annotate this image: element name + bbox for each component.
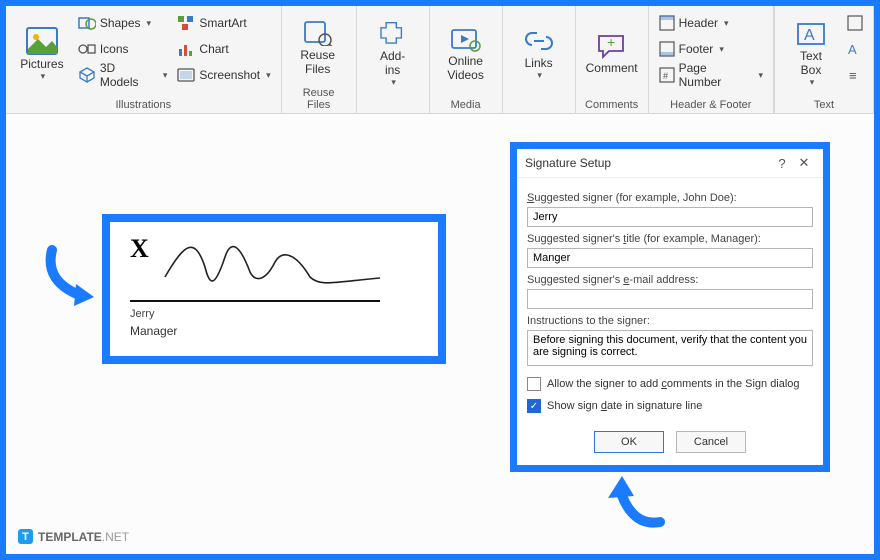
chevron-down-icon: ▾ <box>758 70 763 81</box>
checkbox-checked-icon: ✓ <box>527 399 541 413</box>
signer-input[interactable] <box>527 207 813 227</box>
text-item-1[interactable] <box>845 12 865 34</box>
textbox-icon: A <box>796 21 826 47</box>
chevron-down-icon: ▾ <box>147 18 152 29</box>
picture-icon <box>26 27 58 55</box>
online-videos-button[interactable]: Online Videos <box>438 8 494 97</box>
pictures-label: Pictures <box>20 58 63 72</box>
group-label-illustrations: Illustrations <box>14 97 273 113</box>
reuse-files-icon <box>303 20 333 46</box>
annotation-arrow-2 <box>602 472 672 532</box>
chevron-down-icon: ▾ <box>41 71 46 82</box>
signer-title: Manager <box>130 324 418 338</box>
instructions-label: Instructions to the signer: <box>527 315 813 327</box>
link-icon <box>524 28 554 54</box>
text-item-2[interactable]: A <box>845 38 865 60</box>
dialog-titlebar[interactable]: Signature Setup ? ✕ <box>517 149 823 178</box>
page-number-button[interactable]: # Page Number▾ <box>657 64 765 86</box>
chevron-down-icon: ▾ <box>537 70 542 81</box>
group-addins: Add- ins ▾ <box>357 6 430 113</box>
chevron-down-icon: ▾ <box>810 77 815 88</box>
pictures-button[interactable]: Pictures ▾ <box>14 8 70 97</box>
icons-button[interactable]: Icons <box>76 38 170 60</box>
chevron-down-icon: ▾ <box>163 70 168 81</box>
cancel-button[interactable]: Cancel <box>676 431 746 453</box>
comment-icon: + <box>597 33 627 59</box>
page-number-icon: # <box>659 67 675 83</box>
ok-button[interactable]: OK <box>594 431 664 453</box>
checkbox-icon <box>527 377 541 391</box>
brand-watermark: T TEMPLATE.NET <box>18 529 129 544</box>
svg-text:≡: ≡ <box>849 68 857 83</box>
group-reuse-files: Reuse Files Reuse Files <box>282 6 357 113</box>
links-button[interactable]: Links ▾ <box>511 8 567 97</box>
icons-icon <box>78 41 96 57</box>
smartart-button[interactable]: SmartArt <box>175 12 272 34</box>
chevron-down-icon: ▾ <box>391 77 396 88</box>
document-canvas: X Jerry Manager Signature Setup ? ✕ Sugg… <box>6 114 874 554</box>
3d-models-button[interactable]: 3D Models▾ <box>76 64 170 86</box>
signer-name: Jerry <box>130 308 418 320</box>
chevron-down-icon: ▾ <box>719 44 724 55</box>
group-illustrations: Pictures ▾ Shapes▾ Icons 3D Models▾ <box>6 6 282 113</box>
addins-icon <box>379 21 407 47</box>
svg-text:+: + <box>607 34 615 50</box>
svg-text:#: # <box>663 71 668 81</box>
text-item-3[interactable]: ≡ <box>845 64 865 86</box>
dialog-title: Signature Setup <box>525 156 771 170</box>
brand-icon: T <box>18 529 33 544</box>
shapes-button[interactable]: Shapes▾ <box>76 12 170 34</box>
group-media: Online Videos Media <box>430 6 503 113</box>
video-icon <box>451 26 481 52</box>
chevron-down-icon: ▾ <box>266 70 271 81</box>
signature-ink <box>160 232 390 292</box>
signer-email-input[interactable] <box>527 289 813 309</box>
chevron-down-icon: ▾ <box>724 18 729 29</box>
comment-button[interactable]: + Comment <box>584 8 640 97</box>
chart-button[interactable]: Chart <box>175 38 272 60</box>
group-text: A Text Box ▾ A ≡ Text <box>774 6 874 113</box>
header-icon <box>659 15 675 31</box>
help-icon[interactable]: ? <box>771 156 793 171</box>
signature-underline <box>130 300 380 302</box>
group-links: Links ▾ <box>503 6 576 113</box>
signature-line[interactable]: X Jerry Manager <box>102 214 446 364</box>
textbox-button[interactable]: A Text Box ▾ <box>783 8 839 97</box>
ribbon: Pictures ▾ Shapes▾ Icons 3D Models▾ <box>6 6 874 114</box>
instructions-input[interactable] <box>527 330 813 366</box>
show-date-checkbox[interactable]: ✓ Show sign date in signature line <box>527 399 813 413</box>
allow-comments-checkbox[interactable]: Allow the signer to add comments in the … <box>527 377 813 391</box>
shapes-icon <box>78 15 96 31</box>
group-header-footer: Header▾ Footer▾ # Page Number▾ Header & … <box>649 6 774 113</box>
close-icon[interactable]: ✕ <box>793 155 815 171</box>
footer-button[interactable]: Footer▾ <box>657 38 765 60</box>
annotation-arrow-1 <box>42 242 102 312</box>
cube-icon <box>78 67 96 83</box>
header-button[interactable]: Header▾ <box>657 12 765 34</box>
group-comments: + Comment Comments <box>576 6 649 113</box>
screenshot-button[interactable]: Screenshot▾ <box>175 64 272 86</box>
signature-setup-dialog: Signature Setup ? ✕ Suggested signer (fo… <box>510 142 830 472</box>
signer-title-label: Suggested signer's title (for example, M… <box>527 233 813 245</box>
addins-button[interactable]: Add- ins ▾ <box>365 8 421 97</box>
reuse-files-button[interactable]: Reuse Files <box>290 8 346 85</box>
signer-label: Suggested signer (for example, John Doe)… <box>527 192 813 204</box>
svg-text:A: A <box>804 27 815 44</box>
svg-text:A: A <box>848 42 857 57</box>
signature-x-mark: X <box>130 234 149 263</box>
signer-title-input[interactable] <box>527 248 813 268</box>
screenshot-icon <box>177 67 195 83</box>
signer-email-label: Suggested signer's e-mail address: <box>527 274 813 286</box>
footer-icon <box>659 41 675 57</box>
smartart-icon <box>177 15 195 31</box>
chart-icon <box>177 41 195 57</box>
